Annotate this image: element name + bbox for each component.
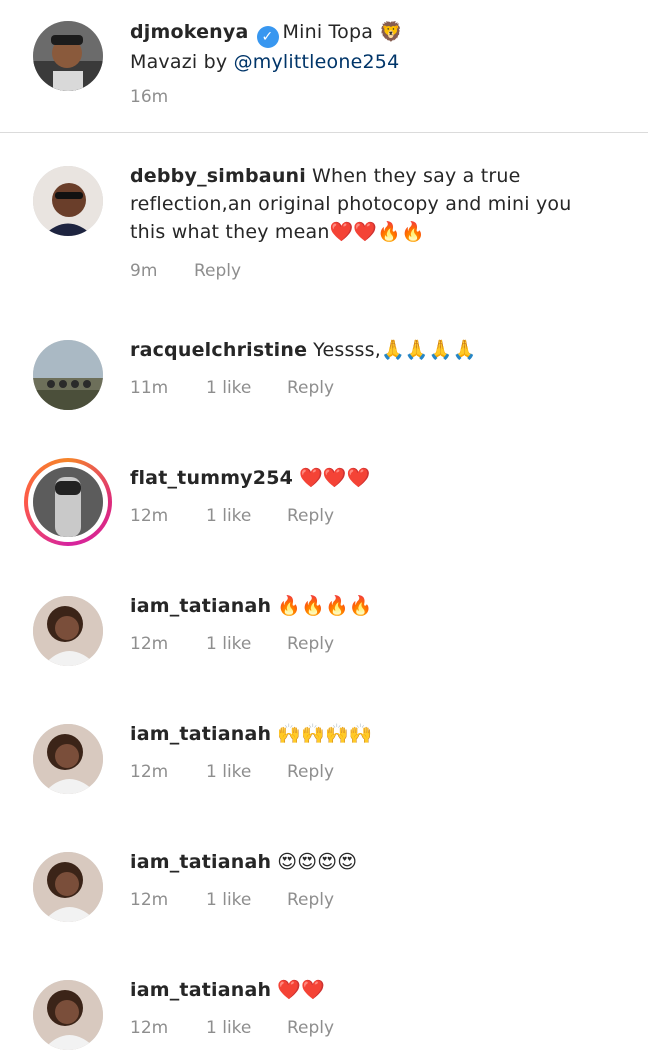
comment-time: 12m [130,506,169,526]
avatar-racquelchristine[interactable] [33,340,103,410]
avatar-djmokenya[interactable] [33,21,103,91]
verified-badge-icon: ✓ [256,26,279,48]
comment-body: ❤️❤️ [277,979,325,1001]
comment-username[interactable]: flat_tummy254 [130,467,293,489]
comment-text: iam_tatianah ❤️❤️ [130,976,610,1004]
post-caption: djmokenya ✓ Mini Topa 🦁 Mavazi by @mylittl… [0,0,648,133]
comment-username[interactable]: iam_tatianah [130,851,271,873]
profile-photo-icon [33,852,103,922]
comment-text: iam_tatianah 🙌🙌🙌🙌 [130,720,610,748]
avatar-iam-tatianah[interactable] [33,852,103,922]
comment-time: 12m [130,762,169,782]
profile-photo-icon [33,340,103,410]
profile-photo-icon [33,724,103,794]
caption-text: djmokenya ✓ Mini Topa 🦁 Mavazi by @mylittl… [130,18,610,76]
comment-time: 12m [130,890,169,910]
comment-time: 9m [130,261,158,281]
comment-body: Yessss,🙏🙏🙏🙏 [313,339,477,361]
comment-time: 12m [130,1018,169,1038]
caption-line2-prefix: Mavazi by [130,51,234,73]
caption-line1: Mini Topa 🦁 [282,21,404,43]
comment-username[interactable]: iam_tatianah [130,723,271,745]
mention-link[interactable]: @mylittleone254 [234,51,400,73]
comment-text: racquelchristine Yessss,🙏🙏🙏🙏 [130,336,610,364]
profile-photo-icon [33,467,103,537]
comment-body: ❤️❤️❤️ [299,467,371,489]
avatar-iam-tatianah[interactable] [33,724,103,794]
reply-button[interactable]: Reply [287,1016,334,1040]
profile-photo-icon [33,166,103,236]
comment-body: 🔥🔥🔥🔥 [277,595,373,617]
profile-photo-icon [33,596,103,666]
comment-time: 11m [130,378,169,398]
comment-body: 😍😍😍😍 [277,851,358,873]
profile-photo-icon [33,980,103,1050]
like-count[interactable]: 1 like [206,888,251,912]
caption-time: 16m [130,87,169,107]
avatar-iam-tatianah[interactable] [33,980,103,1050]
comment-username[interactable]: debby_simbauni [130,165,306,187]
avatar-debby-simbauni[interactable] [33,166,103,236]
story-ring[interactable] [24,458,112,546]
comment-text: iam_tatianah 🔥🔥🔥🔥 [130,592,610,620]
reply-button[interactable]: Reply [287,888,334,912]
comment-body: 🙌🙌🙌🙌 [277,723,373,745]
like-count[interactable]: 1 like [206,504,251,528]
comment-username[interactable]: iam_tatianah [130,979,271,1001]
comment-text: iam_tatianah 😍😍😍😍 [130,848,610,876]
comment-username[interactable]: racquelchristine [130,339,307,361]
avatar-flat-tummy254 [33,467,103,537]
like-count[interactable]: 1 like [206,376,251,400]
like-count[interactable]: 1 like [206,760,251,784]
reply-button[interactable]: Reply [287,632,334,656]
comment-username[interactable]: iam_tatianah [130,595,271,617]
like-count[interactable]: 1 like [206,1016,251,1040]
comment-time: 12m [130,634,169,654]
avatar-iam-tatianah[interactable] [33,596,103,666]
like-count[interactable]: 1 like [206,632,251,656]
profile-photo-icon [33,21,103,91]
caption-username[interactable]: djmokenya [130,21,249,43]
reply-button[interactable]: Reply [287,504,334,528]
reply-button[interactable]: Reply [287,376,334,400]
reply-button[interactable]: Reply [194,259,241,283]
comment-text: debby_simbauni When they say a true refle… [130,162,610,246]
comment-text: flat_tummy254 ❤️❤️❤️ [130,464,610,492]
reply-button[interactable]: Reply [287,760,334,784]
